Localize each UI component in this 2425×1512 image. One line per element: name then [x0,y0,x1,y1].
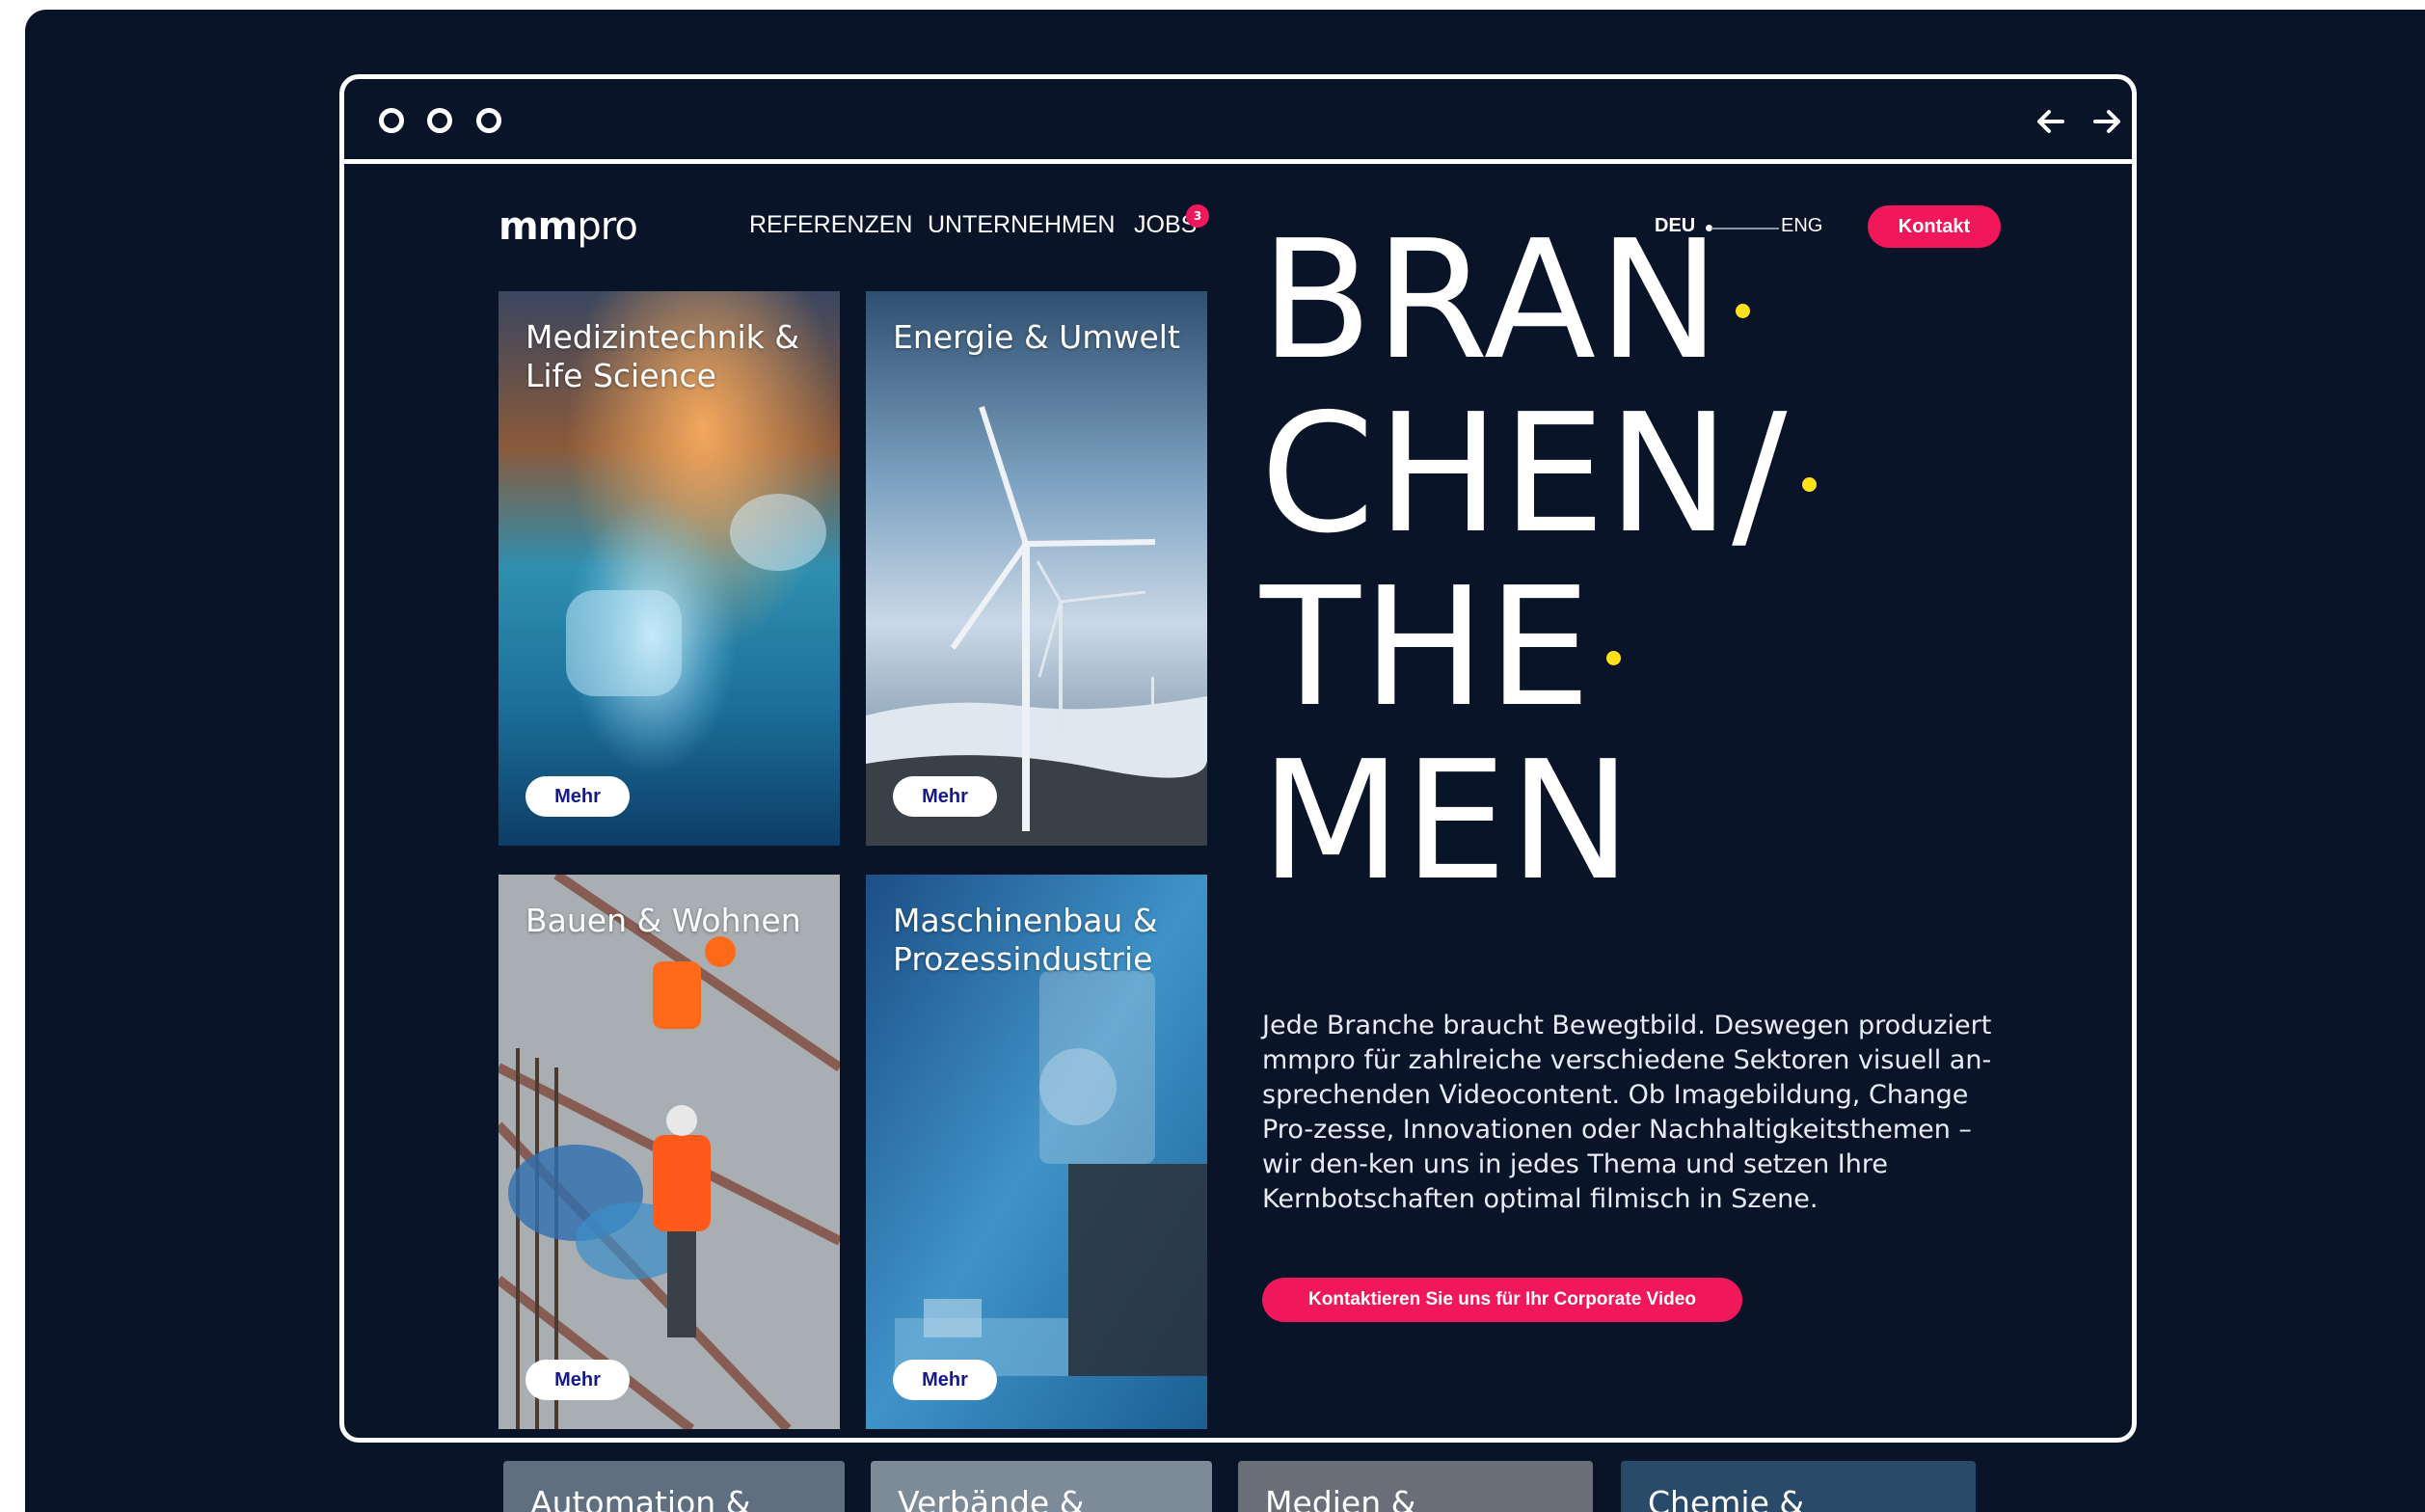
card-title: Medizintechnik & Life Science [525,318,800,394]
card-image-windturbine [866,291,1207,846]
card-image-construction [498,875,840,1429]
browser-toolbar [344,79,2132,164]
nav-item-referenzen[interactable]: REFERENZEN [749,211,912,239]
kontakt-button[interactable]: Kontakt [1868,205,2001,248]
card-title: Medien & [1265,1484,1416,1512]
card-bauen[interactable]: Bauen & Wohnen Mehr [498,875,840,1429]
arrow-right-icon[interactable] [2088,102,2126,141]
arrow-left-icon[interactable] [2032,102,2070,141]
card-maschinenbau[interactable]: Maschinenbau & Prozessindustrie Mehr [866,875,1207,1429]
headline-line: THE [1260,553,1594,743]
headline-line: CHEN/ [1260,379,1790,570]
logo-mark: mm [498,204,578,249]
card-title: Chemie & [1648,1484,1805,1512]
page-background: mmpro REFERENZEN UNTERNEHMEN JOBS 3 DEU … [25,10,2425,1512]
card-title: Verbände & [898,1484,1085,1512]
page-title: BRAN CHEN/ THE MEN [1260,214,1818,908]
card-energie[interactable]: Energie & Umwelt Mehr [866,291,1207,846]
logo[interactable]: mmpro [498,204,638,249]
card-chemie[interactable]: Chemie & [1621,1461,1976,1512]
card-title: Automation & [530,1484,751,1512]
yellow-dot-icon [1606,651,1622,665]
contact-cta-button[interactable]: Kontaktieren Sie uns für Ihr Corporate V… [1262,1278,1742,1322]
card-automation[interactable]: Automation & [503,1461,845,1512]
card-verbaende[interactable]: Verbände & [871,1461,1212,1512]
nav-item-unternehmen[interactable]: UNTERNEHMEN [928,211,1115,239]
mehr-button[interactable]: Mehr [893,1360,997,1400]
headline-line: MEN [1260,726,1634,917]
card-title: Maschinenbau & Prozessindustrie [893,902,1158,978]
window-dot-icon[interactable] [427,108,452,133]
yellow-dot-icon [1736,304,1751,318]
jobs-count-badge: 3 [1186,204,1209,228]
card-title: Bauen & Wohnen [525,902,801,939]
headline-line: BRAN [1260,205,1723,396]
intro-paragraph: Jede Branche braucht Bewegtbild. Deswege… [1262,1011,1992,1214]
window-dot-icon[interactable] [476,108,501,133]
logo-text: pro [577,204,637,249]
mehr-button[interactable]: Mehr [893,776,997,817]
card-medizintechnik[interactable]: Medizintechnik & Life Science Mehr [498,291,840,846]
card-title: Energie & Umwelt [893,318,1180,356]
card-medien[interactable]: Medien & [1238,1461,1593,1512]
yellow-dot-icon [1802,477,1818,492]
mehr-button[interactable]: Mehr [525,776,630,817]
browser-window: mmpro REFERENZEN UNTERNEHMEN JOBS 3 DEU … [339,74,2137,1443]
window-dot-icon[interactable] [379,108,404,133]
mehr-button[interactable]: Mehr [525,1360,630,1400]
